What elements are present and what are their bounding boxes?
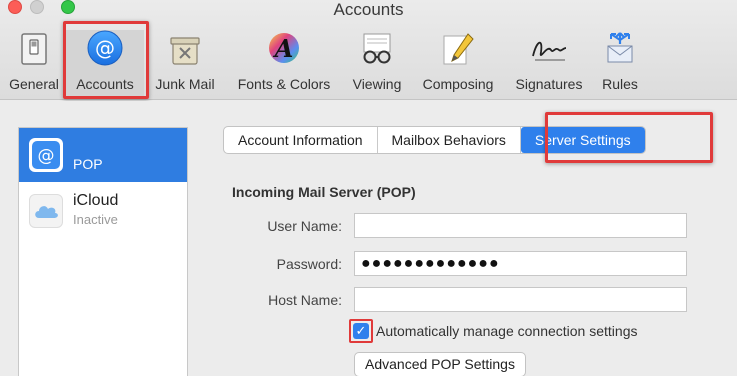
- toolbar-fonts-colors[interactable]: A Fonts & Colors: [228, 30, 340, 96]
- toolbar-label: Junk Mail: [155, 76, 215, 92]
- toolbar-composing[interactable]: Composing: [415, 30, 501, 96]
- glasses-icon: [357, 30, 397, 70]
- tab-account-information[interactable]: Account Information: [224, 127, 378, 153]
- toolbar-label: Viewing: [352, 76, 402, 92]
- toolbar-label: Signatures: [515, 76, 583, 92]
- toolbar-rules[interactable]: Rules: [594, 30, 646, 96]
- fonts-colors-icon: A: [264, 30, 304, 70]
- sidebar-account-icloud[interactable]: iCloud Inactive: [19, 184, 187, 238]
- signature-icon: [529, 30, 569, 70]
- tab-mailbox-behaviors[interactable]: Mailbox Behaviors: [378, 127, 521, 153]
- rules-arrows-icon: [600, 30, 640, 70]
- accounts-highlight-box: [63, 21, 149, 99]
- advanced-pop-settings-button[interactable]: Advanced POP Settings: [354, 352, 526, 376]
- password-field[interactable]: ●●●●●●●●●●●●●: [354, 251, 687, 276]
- host-name-field[interactable]: [354, 287, 687, 312]
- incoming-server-title: Incoming Mail Server (POP): [232, 184, 416, 200]
- toolbar-signatures[interactable]: Signatures: [508, 30, 590, 96]
- window-title: Accounts: [333, 0, 404, 19]
- user-name-field[interactable]: [354, 213, 687, 238]
- preferences-main-panel: @ POP iCloud Inactive Account Informatio…: [0, 101, 737, 376]
- password-label: Password:: [276, 256, 342, 272]
- window-titlebar: Accounts General @ Accounts Junk Mail A …: [0, 0, 737, 100]
- auto-manage-label[interactable]: Automatically manage connection settings: [376, 323, 637, 339]
- account-name: POP: [73, 156, 103, 172]
- svg-text:@: @: [38, 146, 55, 166]
- toolbar-junk-mail[interactable]: Junk Mail: [150, 30, 220, 96]
- user-name-label: User Name:: [267, 218, 342, 234]
- sidebar-account-pop[interactable]: @ POP: [19, 128, 187, 182]
- at-sign-icon: @: [29, 138, 63, 172]
- toolbar-general[interactable]: General: [4, 30, 64, 96]
- accounts-sidebar: @ POP iCloud Inactive: [18, 127, 188, 376]
- toolbar-label: Rules: [602, 76, 638, 92]
- svg-text:A: A: [273, 34, 294, 63]
- server-settings-highlight-box: [545, 112, 713, 163]
- cloud-icon: [29, 194, 63, 228]
- general-switch-icon: [14, 30, 54, 70]
- toolbar-viewing[interactable]: Viewing: [345, 30, 409, 96]
- account-name: iCloud: [73, 192, 119, 209]
- pencil-icon: [438, 30, 478, 70]
- junk-mail-icon: [165, 30, 205, 70]
- host-name-label: Host Name:: [268, 292, 342, 308]
- toolbar-label: Fonts & Colors: [237, 76, 331, 92]
- toolbar-label: Composing: [422, 76, 494, 92]
- auto-manage-checkbox[interactable]: ✓: [353, 323, 369, 339]
- account-status: Inactive: [73, 212, 118, 227]
- toolbar-label: General: [9, 76, 59, 92]
